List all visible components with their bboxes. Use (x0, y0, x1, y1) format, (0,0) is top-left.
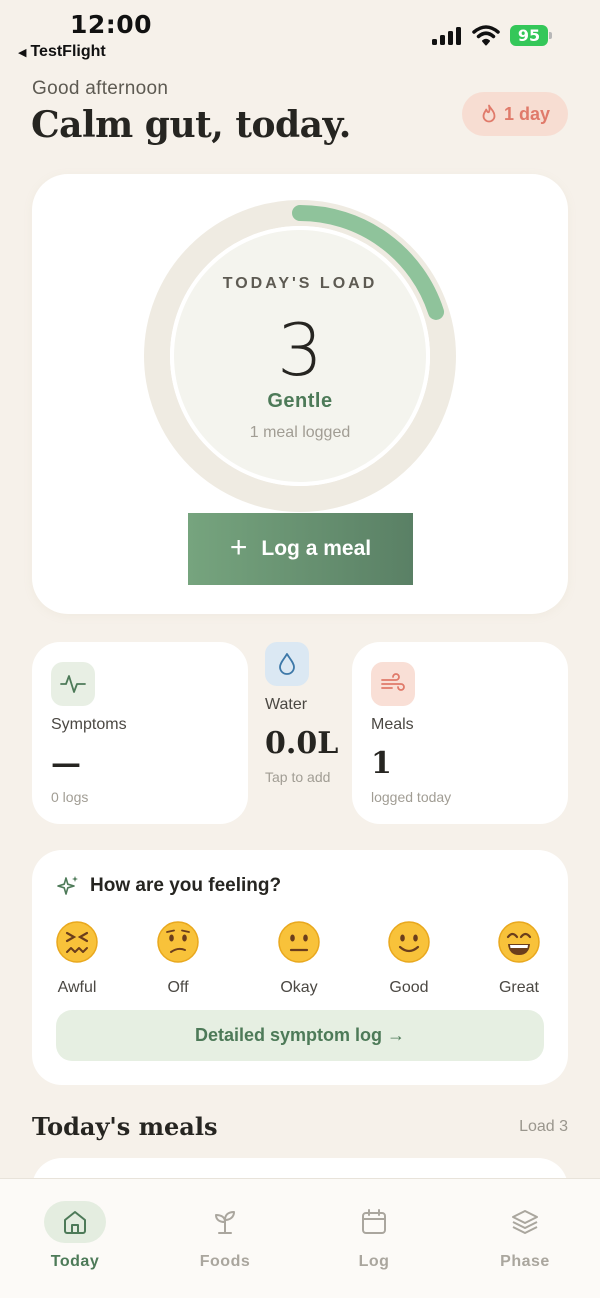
status-time: 12:00 (70, 10, 153, 39)
feeling-header: How are you feeling? (56, 874, 281, 898)
load-value: 3 (277, 308, 323, 392)
log-meal-label: Log a meal (261, 537, 372, 560)
mood-good[interactable]: Good (369, 920, 449, 997)
water-icon-tile (265, 642, 309, 686)
water-value: 0.0L (265, 726, 339, 761)
slightly-smiling-face-icon (388, 921, 430, 963)
mood-great-label: Great (498, 979, 539, 996)
load-level: Gentle (267, 390, 333, 412)
meals-value: 1 (371, 746, 392, 781)
plus-icon: + (229, 530, 248, 564)
meals-icon-tile (371, 662, 415, 706)
streak-label: 1 day (503, 103, 551, 124)
log-meal-button[interactable]: + Log a meal (188, 513, 413, 585)
wifi-icon (472, 25, 500, 46)
tab-foods[interactable]: Foods (175, 1201, 275, 1271)
neutral-face-icon (278, 921, 320, 963)
load-subtitle: 1 meal logged (249, 424, 351, 441)
flame-icon (482, 104, 496, 123)
meals-card[interactable]: Meals 1 logged today (352, 642, 568, 824)
meals-label: Meals (371, 716, 414, 733)
mood-great[interactable]: Great (479, 920, 559, 997)
tab-today[interactable]: Today (25, 1201, 125, 1271)
tab-today-label: Today (50, 1253, 100, 1270)
todays-meals-load: Load 3 (519, 1118, 568, 1135)
home-icon (64, 1211, 86, 1234)
cellular-signal-icon (432, 27, 461, 45)
feeling-card: How are you feeling? Awful Off Okay Good… (32, 850, 568, 1085)
back-arrow-icon: ◀ (18, 47, 27, 59)
detailed-symptom-log-button[interactable]: Detailed symptom log → (56, 1010, 544, 1061)
water-sub: Tap to add (265, 769, 331, 785)
layers-icon (512, 1210, 538, 1234)
sprout-icon (215, 1211, 235, 1234)
symptoms-icon-tile (51, 662, 95, 706)
load-title: TODAY'S LOAD (222, 275, 378, 292)
mood-good-label: Good (389, 979, 429, 996)
bottom-tab-bar: Today Foods Log Phase (0, 1178, 600, 1298)
tab-log-label: Log (358, 1253, 390, 1270)
symptoms-card[interactable]: Symptoms — 0 logs (32, 642, 248, 824)
tab-foods-label: Foods (199, 1253, 251, 1270)
streak-badge[interactable]: 1 day (462, 92, 568, 136)
symptoms-label: Symptoms (51, 716, 127, 733)
tab-phase-label: Phase (500, 1253, 550, 1270)
mood-awful[interactable]: Awful (37, 920, 117, 997)
status-bar: 12:00 ◀ TestFlight 95 (0, 0, 600, 70)
activity-icon (60, 675, 86, 693)
tab-phase-icon-wrap (494, 1201, 556, 1243)
back-app-label: TestFlight (30, 43, 106, 60)
symptoms-value: — (51, 746, 81, 781)
greeting-text: Good afternoon (32, 78, 169, 99)
tab-log[interactable]: Log (324, 1201, 424, 1271)
water-widget[interactable]: Water 0.0L Tap to add (264, 642, 344, 822)
mood-off-label: Off (167, 979, 189, 996)
feeling-title: How are you feeling? (90, 875, 282, 896)
daily-load-card: TODAY'S LOAD 3 Gentle 1 meal logged + Lo… (32, 174, 568, 614)
todays-meals-heading: Today's meals (32, 1112, 218, 1141)
back-to-app-link[interactable]: ◀ TestFlight (18, 43, 106, 61)
confused-face-icon (157, 921, 199, 963)
grinning-face-icon (498, 921, 540, 963)
mood-off[interactable]: Off (138, 920, 218, 997)
tab-phase[interactable]: Phase (475, 1201, 575, 1271)
tab-foods-icon-wrap (194, 1201, 256, 1243)
droplet-icon (279, 653, 295, 675)
mood-awful-label: Awful (57, 979, 97, 996)
mood-okay[interactable]: Okay (259, 920, 339, 997)
mood-okay-label: Okay (280, 979, 318, 996)
battery-level: 95 (510, 25, 548, 46)
tab-today-icon-wrap (44, 1201, 106, 1243)
wind-icon (381, 673, 405, 691)
battery-nub (549, 32, 552, 39)
meals-sub: logged today (371, 789, 452, 805)
tab-log-icon-wrap (343, 1201, 405, 1243)
battery-indicator: 95 (510, 25, 552, 47)
symptoms-sub: 0 logs (51, 789, 89, 805)
confounded-face-icon (56, 921, 98, 963)
page-headline: Calm gut, today. (31, 104, 351, 146)
water-label: Water (265, 696, 308, 713)
calendar-icon (362, 1209, 386, 1234)
sparkles-icon (57, 876, 78, 895)
